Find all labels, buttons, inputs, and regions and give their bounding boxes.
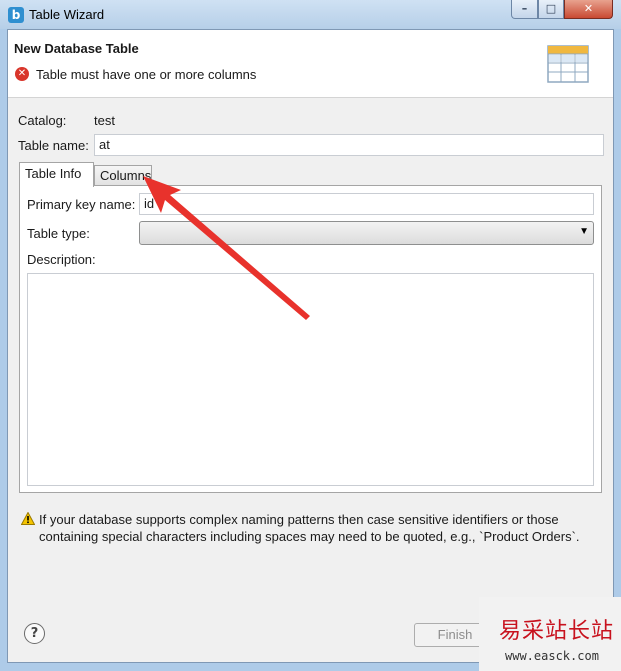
table-icon (547, 45, 589, 83)
table-type-label: Table type: (27, 226, 90, 241)
tab-columns[interactable]: Columns (94, 165, 152, 185)
minimize-button[interactable]: – (511, 0, 538, 19)
watermark-logo: 易采站长站 (499, 619, 615, 644)
window-titlebar: b Table Wizard – □ ✕ (0, 0, 621, 29)
app-icon: b (8, 7, 24, 23)
window-title: Table Wizard (29, 7, 105, 22)
table-type-dropdown[interactable]: ▼ (139, 221, 594, 245)
description-textarea[interactable] (27, 273, 594, 486)
error-message: Table must have one or more columns (36, 67, 257, 82)
help-button[interactable]: ? (24, 623, 45, 644)
wizard-header: New Database Table ✕ Table must have one… (8, 30, 613, 98)
page-title: New Database Table (14, 41, 139, 56)
warning-icon (21, 512, 35, 525)
dropdown-arrow-icon: ▼ (579, 226, 589, 237)
primary-key-label: Primary key name: (27, 197, 136, 212)
maximize-button[interactable]: □ (538, 0, 564, 19)
dialog-body: New Database Table ✕ Table must have one… (7, 29, 614, 663)
close-button[interactable]: ✕ (564, 0, 613, 19)
primary-key-input[interactable]: id (139, 193, 594, 215)
catalog-value: test (94, 113, 115, 128)
table-name-label: Table name: (18, 138, 89, 153)
warning-text: If your database supports complex naming… (39, 512, 580, 544)
table-name-input[interactable]: at (94, 134, 604, 156)
error-icon: ✕ (15, 67, 29, 81)
description-label: Description: (27, 252, 96, 267)
catalog-label: Catalog: (18, 113, 67, 128)
watermark-url: www.easck.com (505, 649, 599, 663)
tab-table-info[interactable]: Table Info (19, 162, 94, 187)
